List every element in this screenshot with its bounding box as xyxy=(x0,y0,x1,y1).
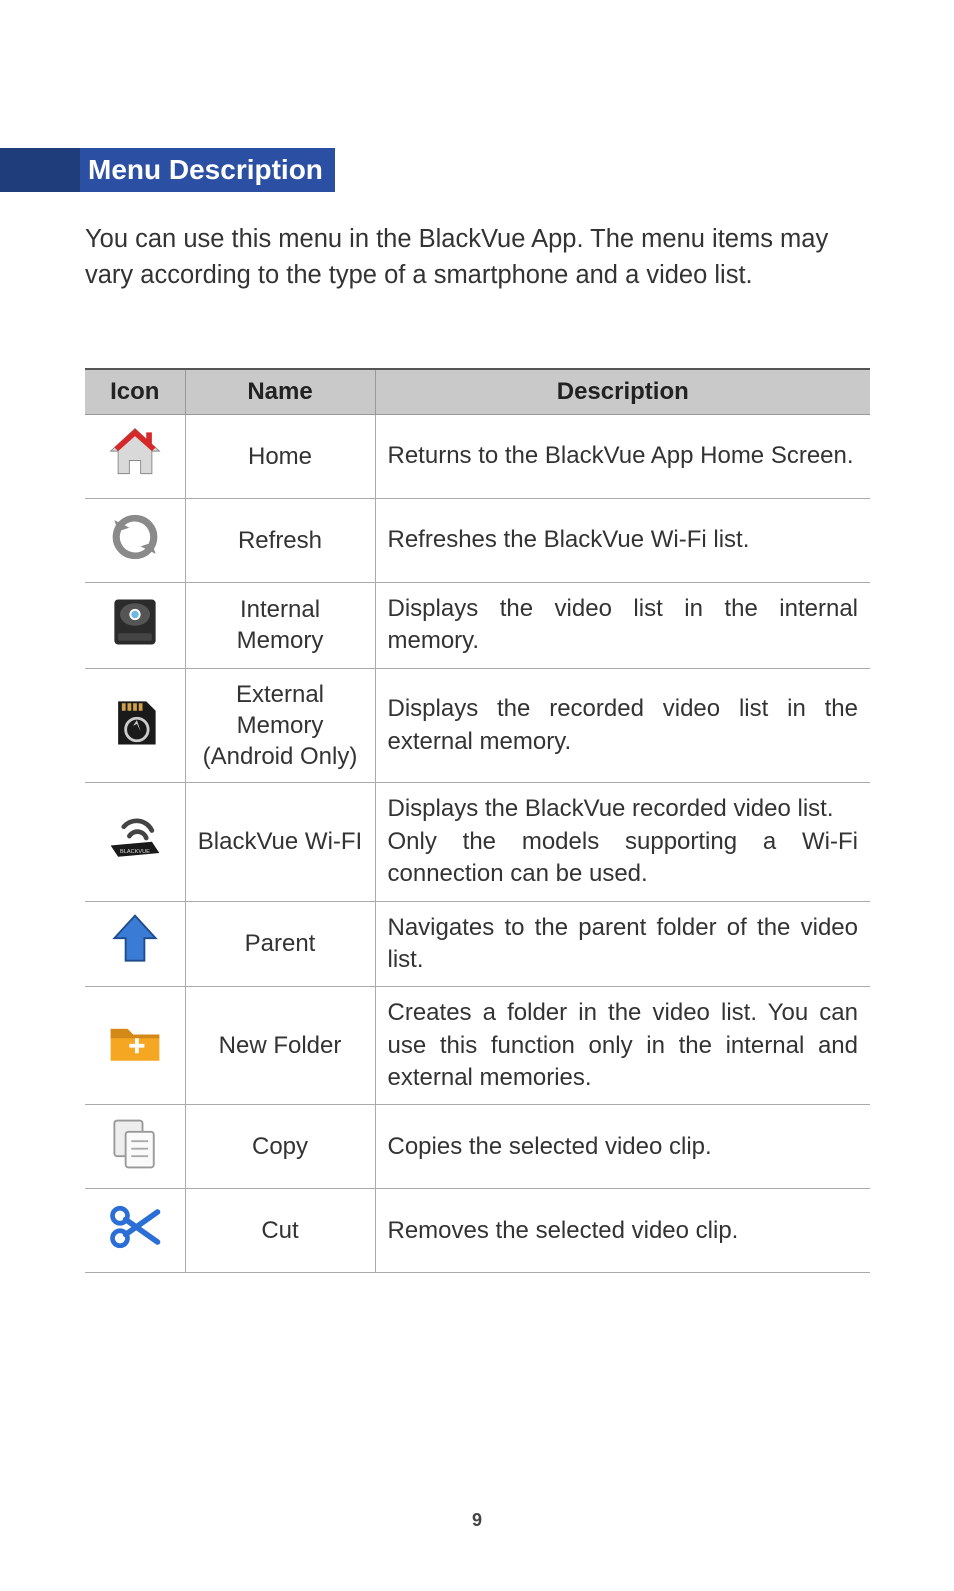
row-name: Copy xyxy=(185,1105,375,1189)
row-name: Parent xyxy=(185,901,375,987)
header-description: Description xyxy=(375,369,870,415)
external-memory-icon xyxy=(85,668,185,783)
new-folder-icon xyxy=(85,987,185,1105)
table-row: Parent Navigates to the parent folder of… xyxy=(85,901,870,987)
row-name: Home xyxy=(185,415,375,499)
row-name: Cut xyxy=(185,1189,375,1273)
row-name: Refresh xyxy=(185,499,375,583)
row-description: Displays the recorded video list in the … xyxy=(375,668,870,783)
section-heading: Menu Description xyxy=(0,148,335,192)
row-description: Refreshes the BlackVue Wi-Fi list. xyxy=(375,499,870,583)
table-row: New Folder Creates a folder in the video… xyxy=(85,987,870,1105)
row-name: New Folder xyxy=(185,987,375,1105)
table-row: External Memory (Android Only) Displays … xyxy=(85,668,870,783)
row-description: Copies the selected video clip. xyxy=(375,1105,870,1189)
row-description: Navigates to the parent folder of the vi… xyxy=(375,901,870,987)
header-name: Name xyxy=(185,369,375,415)
table-row: BLACKVUE BlackVue Wi-FI Displays the Bla… xyxy=(85,783,870,901)
menu-description-table: Icon Name Description Home Returns to th… xyxy=(85,368,870,1273)
blackvue-wifi-icon: BLACKVUE xyxy=(85,783,185,901)
row-description: Creates a folder in the video list. You … xyxy=(375,987,870,1105)
refresh-icon xyxy=(85,499,185,583)
table-row: Home Returns to the BlackVue App Home Sc… xyxy=(85,415,870,499)
row-description: Displays the video list in the internal … xyxy=(375,583,870,669)
table-row: Internal Memory Displays the video list … xyxy=(85,583,870,669)
home-icon xyxy=(85,415,185,499)
svg-text:BLACKVUE: BLACKVUE xyxy=(120,849,150,855)
cut-icon xyxy=(85,1189,185,1273)
row-description: Displays the BlackVue recorded video lis… xyxy=(375,783,870,901)
page-number: 9 xyxy=(0,1510,954,1531)
row-description: Returns to the BlackVue App Home Screen. xyxy=(375,415,870,499)
table-header-row: Icon Name Description xyxy=(85,369,870,415)
heading-accent-bar xyxy=(0,148,80,192)
row-name: BlackVue Wi-FI xyxy=(185,783,375,901)
table-row: Cut Removes the selected video clip. xyxy=(85,1189,870,1273)
intro-text: You can use this menu in the BlackVue Ap… xyxy=(85,222,870,293)
heading-title: Menu Description xyxy=(80,148,335,192)
table-row: Copy Copies the selected video clip. xyxy=(85,1105,870,1189)
row-description: Removes the selected video clip. xyxy=(375,1189,870,1273)
row-name: Internal Memory xyxy=(185,583,375,669)
row-name: External Memory (Android Only) xyxy=(185,668,375,783)
copy-icon xyxy=(85,1105,185,1189)
table-row: Refresh Refreshes the BlackVue Wi-Fi lis… xyxy=(85,499,870,583)
parent-arrow-icon xyxy=(85,901,185,987)
internal-memory-icon xyxy=(85,583,185,669)
header-icon: Icon xyxy=(85,369,185,415)
